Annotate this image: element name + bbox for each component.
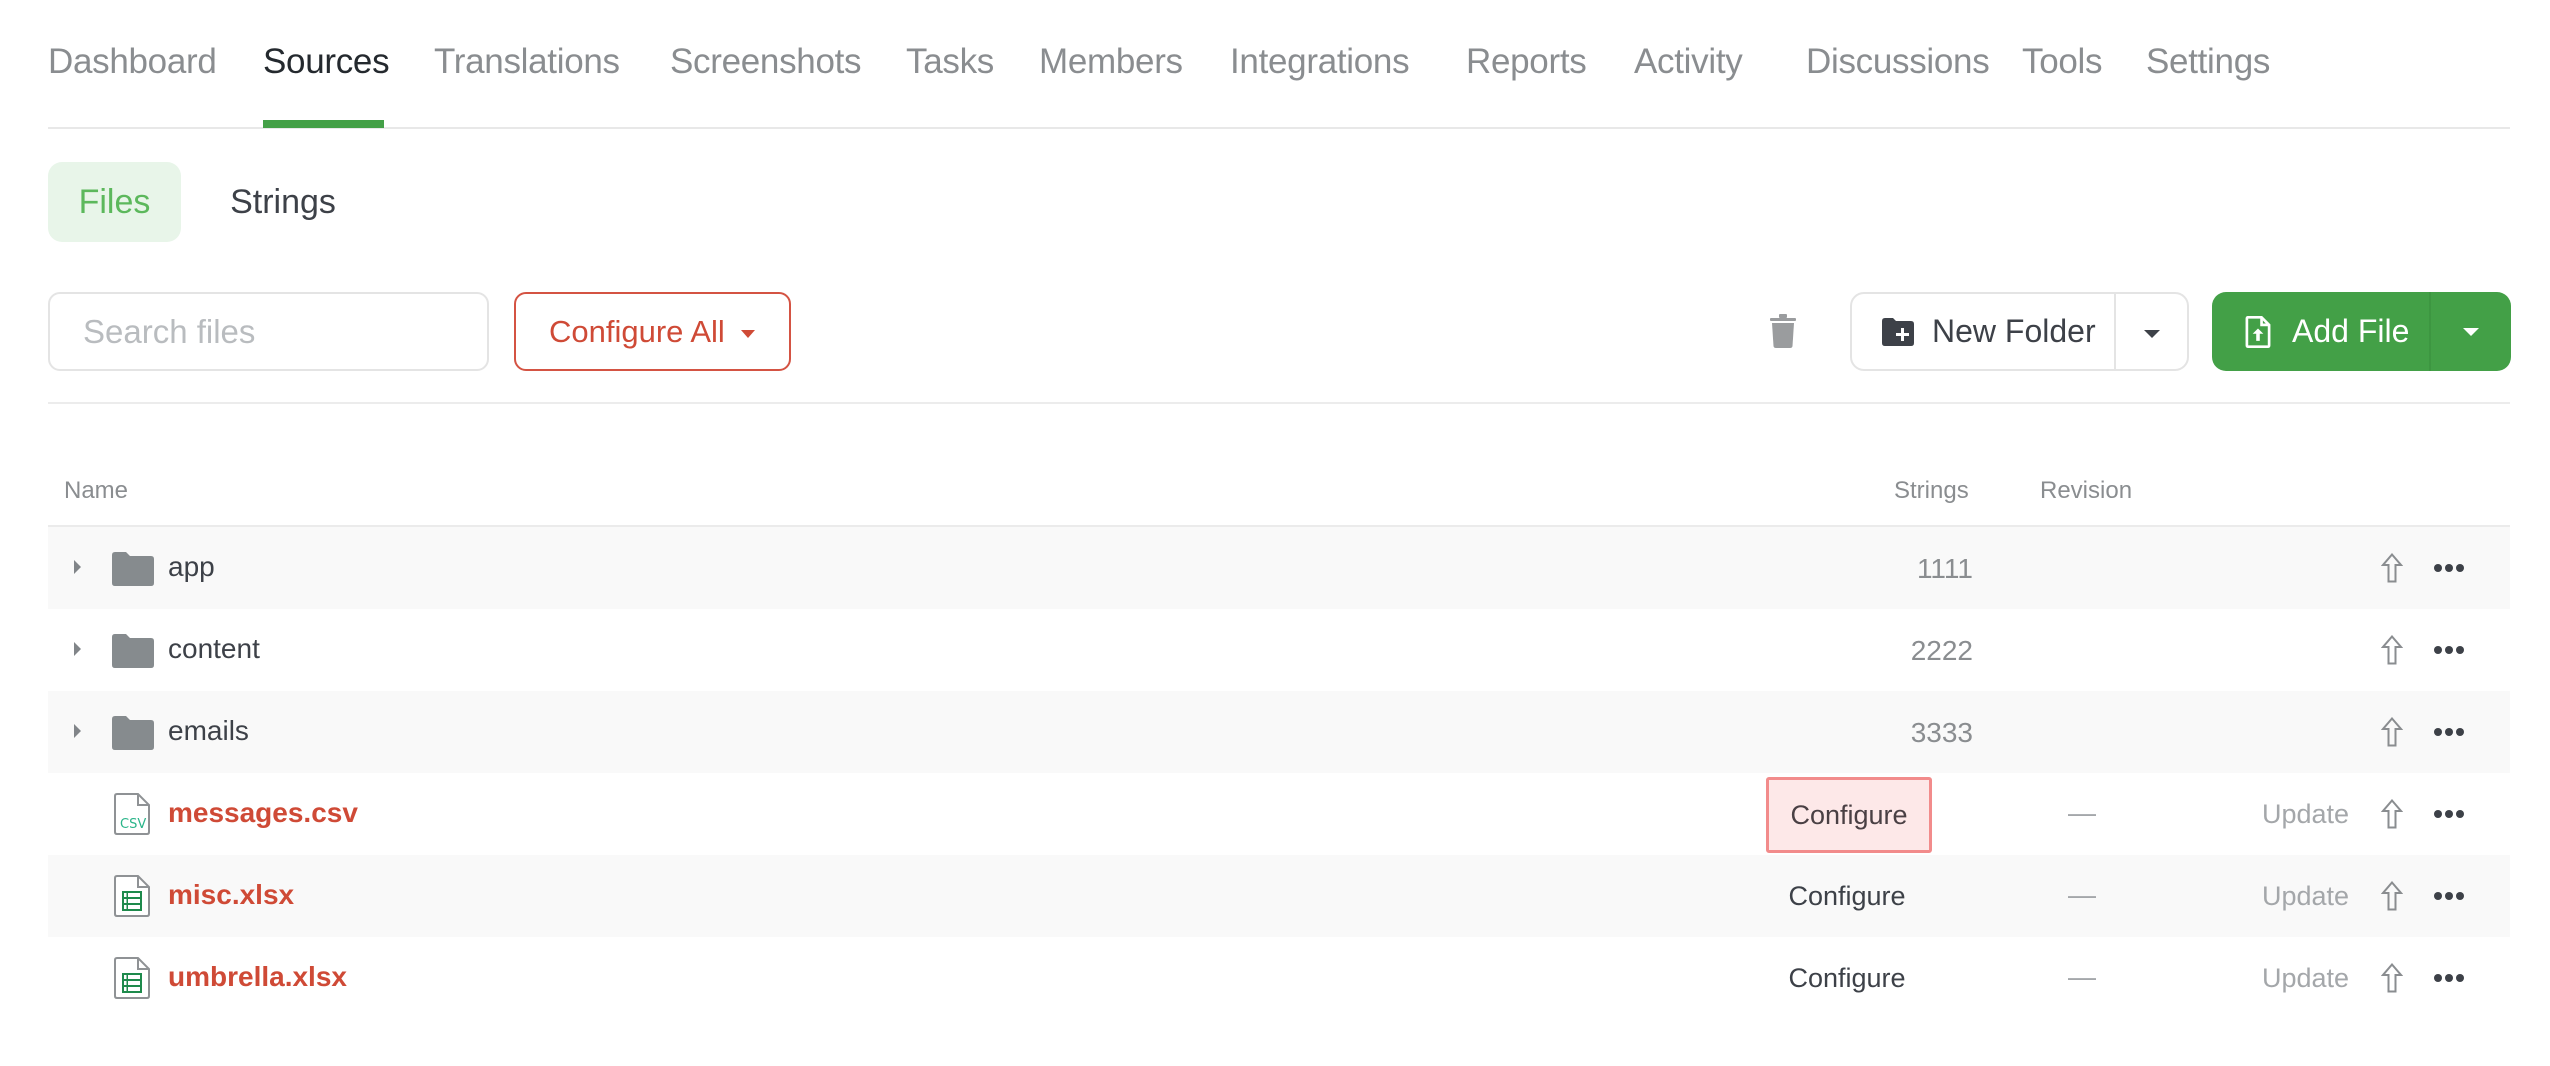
table-row[interactable]: content 2222 xyxy=(48,609,2510,691)
strings-count: 2222 xyxy=(1910,635,1973,666)
nav-tab-tasks[interactable]: Tasks xyxy=(906,42,994,82)
caret-down-icon xyxy=(2143,330,2160,338)
new-folder-dropdown-toggle[interactable] xyxy=(2116,294,2187,369)
nav-tab-settings[interactable]: Settings xyxy=(2146,42,2270,82)
update-file-button[interactable]: Update xyxy=(2262,799,2349,830)
add-file-dropdown-toggle[interactable] xyxy=(2431,292,2511,371)
folder-icon xyxy=(112,716,154,750)
configure-file-button[interactable]: Configure xyxy=(1766,777,1932,853)
file-name-link[interactable]: messages.csv xyxy=(168,797,358,829)
new-folder-label: New Folder xyxy=(1932,313,2096,349)
csv-file-icon: CSV xyxy=(114,793,150,835)
nav-tab-sources[interactable]: Sources xyxy=(263,42,390,82)
expand-caret-icon[interactable] xyxy=(74,560,81,574)
table-row[interactable]: emails 3333 xyxy=(48,691,2510,773)
update-file-button[interactable]: Update xyxy=(2262,963,2349,994)
more-options-icon[interactable] xyxy=(2434,563,2464,573)
more-options-icon[interactable] xyxy=(2434,973,2464,983)
configure-file-button[interactable]: Configure xyxy=(1762,855,1932,937)
subtab-strings[interactable]: Strings xyxy=(218,162,348,242)
trash-icon[interactable] xyxy=(1770,314,1796,348)
nav-tab-reports[interactable]: Reports xyxy=(1466,42,1587,82)
folder-icon xyxy=(112,634,154,668)
folder-icon xyxy=(112,552,154,586)
nav-tab-tools[interactable]: Tools xyxy=(2022,42,2103,82)
strings-count: 3333 xyxy=(1910,717,1973,748)
column-header-revision[interactable]: Revision xyxy=(2040,477,2132,505)
nav-tab-members[interactable]: Members xyxy=(1039,42,1183,82)
nav-tab-screenshots[interactable]: Screenshots xyxy=(670,42,862,82)
nav-tab-dashboard[interactable]: Dashboard xyxy=(48,42,217,82)
expand-caret-icon[interactable] xyxy=(74,724,81,738)
active-tab-indicator xyxy=(263,120,384,128)
new-folder-button[interactable]: New Folder xyxy=(1852,294,2116,369)
nav-tab-integrations[interactable]: Integrations xyxy=(1230,42,1410,82)
configure-all-label: Configure All xyxy=(549,313,725,349)
caret-down-icon xyxy=(741,330,755,338)
upload-arrow-icon[interactable] xyxy=(2381,717,2403,747)
file-name-link[interactable]: umbrella.xlsx xyxy=(168,961,347,993)
revision-value: — xyxy=(2068,879,2096,910)
upload-arrow-icon[interactable] xyxy=(2381,553,2403,583)
toolbar-divider xyxy=(48,402,2510,404)
new-folder-button-group: New Folder xyxy=(1850,292,2189,371)
project-nav: Dashboard Sources Translations Screensho… xyxy=(48,0,2510,129)
strings-count: 1111 xyxy=(1916,553,1973,584)
folder-name[interactable]: emails xyxy=(168,715,249,747)
table-row[interactable]: misc.xlsx Configure — Update xyxy=(48,855,2510,937)
more-options-icon[interactable] xyxy=(2434,891,2464,901)
folder-name[interactable]: app xyxy=(168,551,215,583)
revision-value: — xyxy=(2068,797,2096,828)
table-row[interactable]: umbrella.xlsx Configure — Update xyxy=(48,937,2510,1019)
configure-all-button[interactable]: Configure All xyxy=(514,292,791,371)
revision-value: — xyxy=(2068,961,2096,992)
svg-text:CSV: CSV xyxy=(120,817,146,832)
folder-name[interactable]: content xyxy=(168,633,260,665)
search-files-input[interactable] xyxy=(48,292,489,371)
files-table: Name Strings Revision app 1111 content 2… xyxy=(48,460,2510,1019)
column-header-strings[interactable]: Strings xyxy=(1894,477,1969,505)
more-options-icon[interactable] xyxy=(2434,645,2464,655)
table-header: Name Strings Revision xyxy=(48,460,2510,527)
table-row[interactable]: CSV messages.csv Configure — Update xyxy=(48,773,2510,855)
table-row[interactable]: app 1111 xyxy=(48,527,2510,609)
add-file-button[interactable]: Add File xyxy=(2212,292,2431,371)
caret-down-icon xyxy=(2463,328,2479,336)
more-options-icon[interactable] xyxy=(2434,727,2464,737)
add-file-button-group: Add File xyxy=(2212,292,2511,371)
configure-file-button[interactable]: Configure xyxy=(1762,937,1932,1019)
spreadsheet-file-icon xyxy=(114,875,150,917)
add-file-label: Add File xyxy=(2292,313,2410,349)
nav-tab-activity[interactable]: Activity xyxy=(1634,42,1743,82)
file-name-link[interactable]: misc.xlsx xyxy=(168,879,294,911)
nav-tab-discussions[interactable]: Discussions xyxy=(1806,42,1990,82)
expand-caret-icon[interactable] xyxy=(74,642,81,656)
upload-arrow-icon[interactable] xyxy=(2381,881,2403,911)
file-upload-icon xyxy=(2245,315,2271,348)
upload-arrow-icon[interactable] xyxy=(2381,963,2403,993)
subtab-files[interactable]: Files xyxy=(48,162,181,242)
folder-plus-icon xyxy=(1882,317,1914,346)
column-header-name[interactable]: Name xyxy=(64,477,128,505)
nav-tab-translations[interactable]: Translations xyxy=(434,42,620,82)
more-options-icon[interactable] xyxy=(2434,809,2464,819)
upload-arrow-icon[interactable] xyxy=(2381,799,2403,829)
update-file-button[interactable]: Update xyxy=(2262,881,2349,912)
upload-arrow-icon[interactable] xyxy=(2381,635,2403,665)
spreadsheet-file-icon xyxy=(114,957,150,999)
